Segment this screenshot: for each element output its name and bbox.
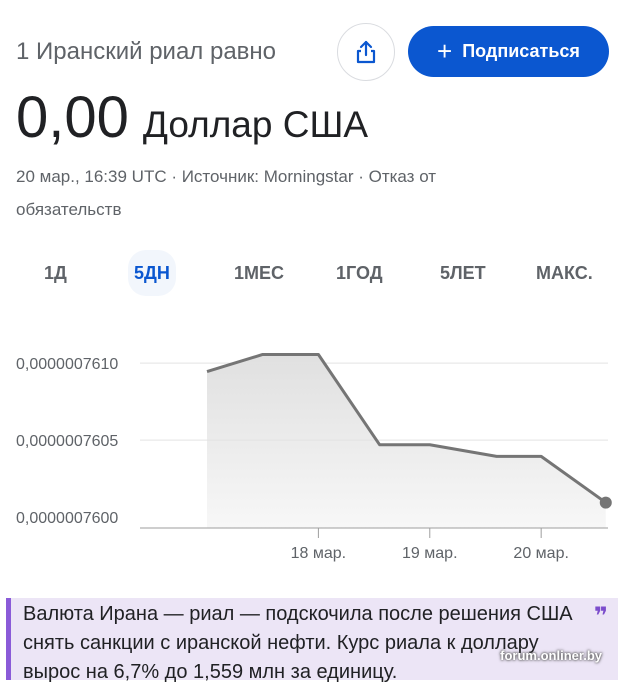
x-tick-label: 20 мар.	[513, 545, 568, 562]
converter-subtitle: 1 Иранский риал равно	[16, 38, 277, 65]
period-tabs: 1Д 5ДН 1МЕС 1ГОД 5ЛЕТ МАКС.	[0, 250, 628, 296]
rate-value: 0,00	[16, 85, 129, 150]
y-tick-label: 0,0000007610	[16, 356, 118, 373]
tab-5d[interactable]: 5ДН	[128, 250, 176, 296]
share-button[interactable]	[337, 23, 395, 81]
share-icon	[356, 40, 376, 64]
plus-icon: +	[437, 35, 453, 66]
chart-area	[207, 354, 606, 528]
source-meta: 20 мар., 16:39 UTC · Источник: Morningst…	[16, 167, 437, 219]
tab-1d[interactable]: 1Д	[38, 250, 73, 296]
forum-watermark: forum.onliner.by	[500, 648, 602, 663]
news-text: Валюта Ирана — риал — подскочила после р…	[23, 603, 573, 683]
tab-5y[interactable]: 5ЛЕТ	[434, 250, 492, 296]
tab-max[interactable]: МАКС.	[530, 250, 599, 296]
quote-icon: ❞	[593, 603, 608, 630]
chart-endpoint	[599, 496, 612, 509]
rate-display: 0,00 Доллар США	[16, 84, 368, 151]
subscribe-button[interactable]: + Подписаться	[408, 26, 609, 77]
x-tick-label: 19 мар.	[402, 545, 457, 562]
rate-chart[interactable]: 0,0000007610 0,0000007605 0,0000007600 18 м…	[0, 320, 628, 570]
news-caption: Валюта Ирана — риал — подскочила после р…	[6, 598, 618, 683]
y-tick-label: 0,0000007605	[16, 433, 118, 450]
tab-1y[interactable]: 1ГОД	[330, 250, 389, 296]
subscribe-label: Подписаться	[462, 41, 580, 61]
tab-1m[interactable]: 1МЕС	[228, 250, 290, 296]
x-tick-label: 18 мар.	[291, 545, 346, 562]
y-tick-label: 0,0000007600	[16, 510, 118, 527]
rate-currency: Доллар США	[142, 104, 369, 145]
